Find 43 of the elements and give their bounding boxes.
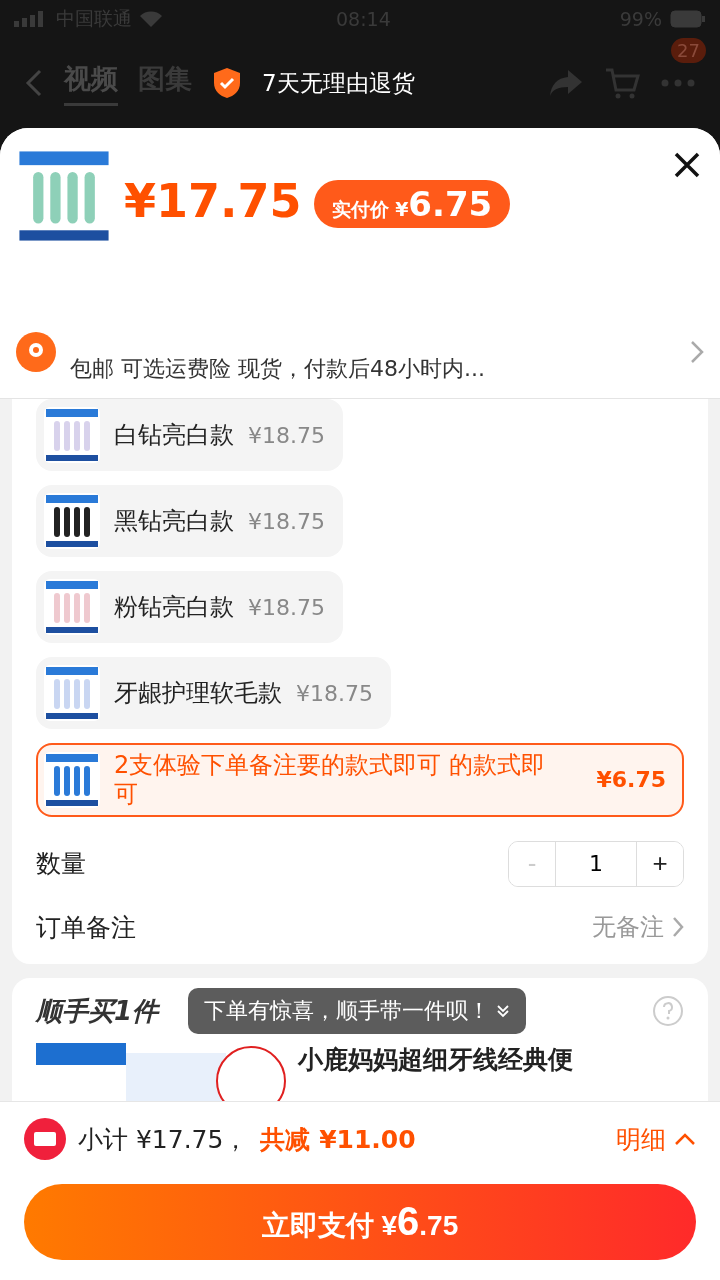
return-policy-text: 7天无理由退货 — [262, 68, 415, 98]
price: ¥17.75 — [124, 174, 302, 228]
cart-icon[interactable] — [604, 66, 640, 100]
ticket-icon — [24, 1118, 66, 1160]
variant-price: ¥18.75 — [248, 422, 325, 448]
variant-price: ¥18.75 — [248, 508, 325, 534]
variant-price: ¥18.75 — [296, 680, 373, 706]
subtotal-text: 小计 ¥17.75， — [78, 1123, 249, 1156]
share-icon[interactable] — [548, 68, 584, 98]
variant-option[interactable]: 黑钻亮白款 ¥18.75 — [36, 485, 343, 557]
variant-option[interactable]: 粉钻亮白款 ¥18.75 — [36, 571, 343, 643]
more-icon[interactable] — [660, 78, 696, 88]
toast: 下单有惊喜，顺手带一件呗！ — [188, 987, 526, 1034]
variant-name: 牙龈护理软毛款 — [114, 678, 282, 708]
delivery-note: 包邮 可选运费险 现货，付款后48小时内... — [70, 355, 486, 383]
quantity-label: 数量 — [36, 848, 86, 881]
wifi-icon — [140, 11, 162, 27]
help-icon — [652, 995, 684, 1028]
chevron-right-icon — [672, 916, 684, 939]
variant-option[interactable]: 2支体验下单备注要的款式即可 的款式即可 ¥6.75 — [36, 743, 684, 817]
remark-link[interactable]: 无备注 — [592, 911, 684, 944]
double-chevron-down-icon — [496, 1003, 510, 1018]
discount-text: 共减 ¥11.00 — [260, 1123, 416, 1156]
variant-option[interactable]: 白钻亮白款 ¥18.75 — [36, 399, 343, 471]
details-toggle[interactable]: 明细 — [616, 1122, 696, 1156]
shield-check-icon — [212, 67, 242, 99]
remark-label: 订单备注 — [36, 911, 136, 944]
back-icon[interactable] — [24, 68, 44, 98]
product-title: 小鹿妈妈超细牙线经典便 — [298, 1043, 573, 1076]
battery-icon — [670, 10, 706, 28]
chevron-up-icon — [674, 1132, 696, 1146]
actual-price-badge: 实付价 ¥6.75 — [313, 180, 511, 228]
variant-name: 2支体验下单备注要的款式即可 的款式即可 — [114, 751, 546, 809]
pay-button[interactable]: 立即支付 ¥6.75 — [24, 1184, 696, 1260]
variant-option[interactable]: 牙龈护理软毛款 ¥18.75 — [36, 657, 391, 729]
variant-name: 黑钻亮白款 — [114, 506, 234, 536]
variant-name: 粉钻亮白款 — [114, 592, 234, 622]
location-icon — [16, 332, 56, 372]
variant-price: ¥18.75 — [248, 594, 325, 620]
variant-name: 白钻亮白款 — [114, 420, 234, 450]
variant-price: ¥6.75 — [596, 767, 666, 793]
chevron-right-icon[interactable] — [690, 340, 704, 364]
section-title: 顺手买1件 — [36, 994, 159, 1028]
